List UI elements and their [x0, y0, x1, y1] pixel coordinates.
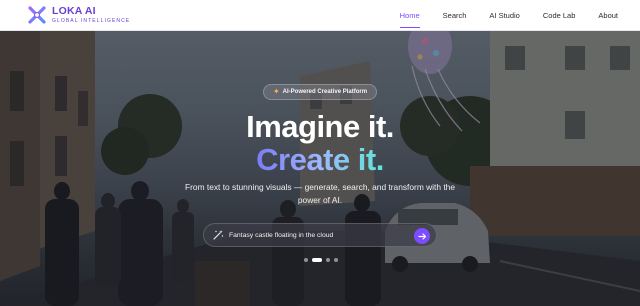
hero-title-line1: Imagine it. — [246, 109, 394, 144]
nav-about[interactable]: About — [598, 0, 618, 31]
prompt-input[interactable] — [229, 231, 409, 239]
carousel-dot[interactable] — [326, 258, 330, 262]
nav-search[interactable]: Search — [443, 0, 467, 31]
brand-tagline: GLOBAL INTELLIGENCE — [52, 17, 131, 24]
hero-title-line2: Create it. — [0, 142, 640, 178]
generate-button[interactable] — [414, 228, 430, 244]
carousel-dot[interactable] — [304, 258, 308, 262]
arrow-right-icon — [417, 232, 426, 240]
top-navbar: LOKA AI GLOBAL INTELLIGENCE Home Search … — [0, 0, 640, 31]
hero-badge: ✦ AI-Powered Creative Platform — [263, 84, 377, 100]
hero-subtitle: From text to stunning visuals — generate… — [185, 182, 455, 205]
carousel-dot-active[interactable] — [312, 258, 322, 262]
hero-section: ✦ AI-Powered Creative Platform Imagine i… — [0, 31, 640, 306]
carousel-dot[interactable] — [334, 258, 338, 262]
hero-title-line2-text: Create it. — [256, 142, 384, 177]
sparkle-icon: ✦ — [272, 87, 280, 96]
main-nav: Home Search AI Studio Code Lab About — [377, 0, 618, 31]
brand-name: LOKA AI — [52, 5, 96, 18]
magic-wand-icon — [213, 230, 224, 240]
carousel-indicators — [304, 258, 342, 262]
nav-home[interactable]: Home — [399, 0, 420, 31]
brand-logo[interactable]: LOKA AI GLOBAL INTELLIGENCE — [27, 5, 130, 25]
logo-icon — [28, 6, 46, 24]
nav-code-lab[interactable]: Code Lab — [543, 0, 576, 31]
prompt-search-bar[interactable] — [203, 223, 437, 247]
nav-ai-studio[interactable]: AI Studio — [489, 0, 519, 31]
hero-badge-text: AI-Powered Creative Platform — [282, 89, 368, 95]
